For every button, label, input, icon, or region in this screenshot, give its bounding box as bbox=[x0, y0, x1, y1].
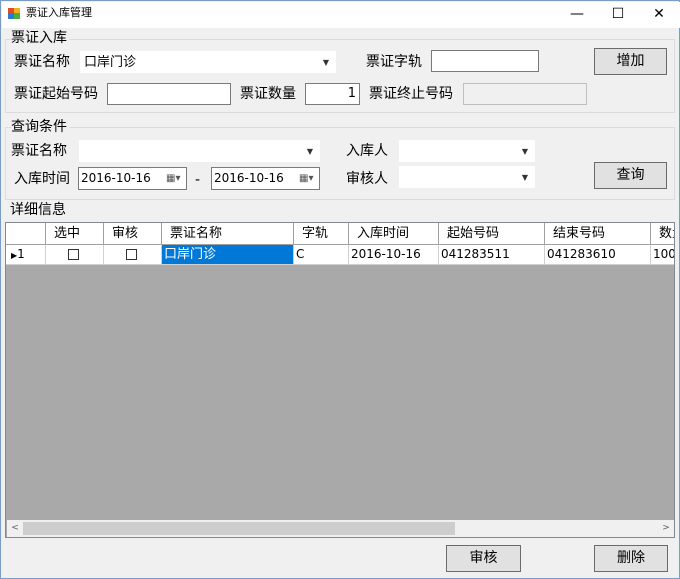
maximize-button[interactable]: ☐ bbox=[598, 1, 638, 27]
entry-ticket-track-input[interactable] bbox=[431, 50, 539, 72]
entry-group-label: 票证入库 bbox=[11, 30, 69, 46]
table-cell-stock-time[interactable]: 2016-10-16 bbox=[349, 245, 439, 265]
calendar-icon[interactable]: ▦▾ bbox=[299, 171, 316, 186]
select-checkbox[interactable] bbox=[68, 249, 79, 260]
entry-end-no-input bbox=[463, 83, 587, 105]
date-separator: - bbox=[195, 172, 201, 188]
entry-start-no-label: 票证起始号码 bbox=[14, 86, 98, 102]
entry-quantity-input[interactable]: 1 bbox=[305, 83, 360, 105]
query-stocker-combo[interactable]: ▼ bbox=[399, 140, 535, 162]
grid-header-corner bbox=[6, 223, 46, 245]
entry-ticket-name-value: 口岸门诊 bbox=[84, 55, 137, 70]
query-stocker-label: 入库人 bbox=[346, 143, 388, 159]
table-cell-review[interactable] bbox=[104, 245, 162, 265]
entry-ticket-name-label: 票证名称 bbox=[14, 54, 70, 70]
query-button[interactable]: 查询 bbox=[594, 162, 667, 189]
entry-quantity-label: 票证数量 bbox=[240, 86, 296, 102]
chevron-down-icon: ▼ bbox=[521, 147, 528, 156]
date-from-value: 2016-10-16 bbox=[81, 171, 151, 185]
table-cell-end-no[interactable]: 041283610 bbox=[545, 245, 651, 265]
query-ticket-name-label: 票证名称 bbox=[11, 143, 67, 159]
calendar-icon[interactable]: ▦▾ bbox=[166, 171, 183, 186]
grid-header-quantity[interactable]: 数量 bbox=[651, 223, 674, 245]
query-reviewer-label: 审核人 bbox=[346, 171, 388, 187]
table-row-header[interactable]: ▶1 bbox=[6, 245, 46, 265]
app-icon bbox=[8, 8, 20, 19]
delete-button[interactable]: 删除 bbox=[594, 545, 668, 572]
query-ticket-name-combo[interactable]: ▼ bbox=[79, 140, 320, 162]
table-cell-start-no[interactable]: 041283511 bbox=[439, 245, 545, 265]
entry-end-no-label: 票证终止号码 bbox=[369, 86, 453, 102]
grid-header-review[interactable]: 审核 bbox=[104, 223, 162, 245]
close-button[interactable]: ✕ bbox=[639, 1, 679, 27]
table-cell-quantity[interactable]: 100 bbox=[651, 245, 674, 265]
table-cell-ticket-name[interactable]: 口岸门诊 bbox=[162, 245, 294, 265]
grid-header-start-no[interactable]: 起始号码 bbox=[439, 223, 545, 245]
table-cell-select[interactable] bbox=[46, 245, 104, 265]
table-cell-track[interactable]: C bbox=[294, 245, 349, 265]
date-from-picker[interactable]: 2016-10-16 ▦▾ bbox=[78, 167, 187, 190]
add-button[interactable]: 增加 bbox=[594, 48, 667, 75]
entry-start-no-input[interactable] bbox=[107, 83, 231, 105]
details-group-label: 详细信息 bbox=[10, 202, 68, 218]
review-button[interactable]: 审核 bbox=[446, 545, 521, 572]
scroll-right-icon[interactable]: > bbox=[658, 520, 674, 537]
chevron-down-icon: ▼ bbox=[306, 147, 313, 156]
date-to-picker[interactable]: 2016-10-16 ▦▾ bbox=[211, 167, 320, 190]
chevron-down-icon: ▼ bbox=[521, 173, 528, 182]
grid-header-select[interactable]: 选中 bbox=[46, 223, 104, 245]
minimize-button[interactable]: — bbox=[557, 1, 597, 27]
entry-ticket-track-label: 票证字轨 bbox=[366, 54, 422, 70]
query-time-label: 入库时间 bbox=[14, 171, 70, 187]
chevron-down-icon: ▼ bbox=[322, 58, 329, 67]
review-checkbox[interactable] bbox=[126, 249, 137, 260]
grid-header-stock-time[interactable]: 入库时间 bbox=[349, 223, 439, 245]
horizontal-scrollbar[interactable]: < > bbox=[7, 520, 674, 537]
grid-header-ticket-name[interactable]: 票证名称 bbox=[162, 223, 294, 245]
entry-ticket-name-combo[interactable]: 口岸门诊 ▼ bbox=[80, 51, 336, 73]
details-grid[interactable]: 选中 审核 票证名称 字轨 入库时间 起始号码 结束号码 数量 ▶1 口岸门诊 … bbox=[5, 222, 675, 538]
scrollbar-thumb[interactable] bbox=[23, 522, 455, 535]
grid-header-end-no[interactable]: 结束号码 bbox=[545, 223, 651, 245]
window-title: 票证入库管理 bbox=[26, 6, 92, 19]
query-reviewer-combo[interactable]: ▼ bbox=[399, 166, 535, 188]
grid-header-track[interactable]: 字轨 bbox=[294, 223, 349, 245]
scroll-left-icon[interactable]: < bbox=[7, 520, 23, 537]
date-to-value: 2016-10-16 bbox=[214, 171, 284, 185]
query-group-label: 查询条件 bbox=[11, 119, 69, 135]
